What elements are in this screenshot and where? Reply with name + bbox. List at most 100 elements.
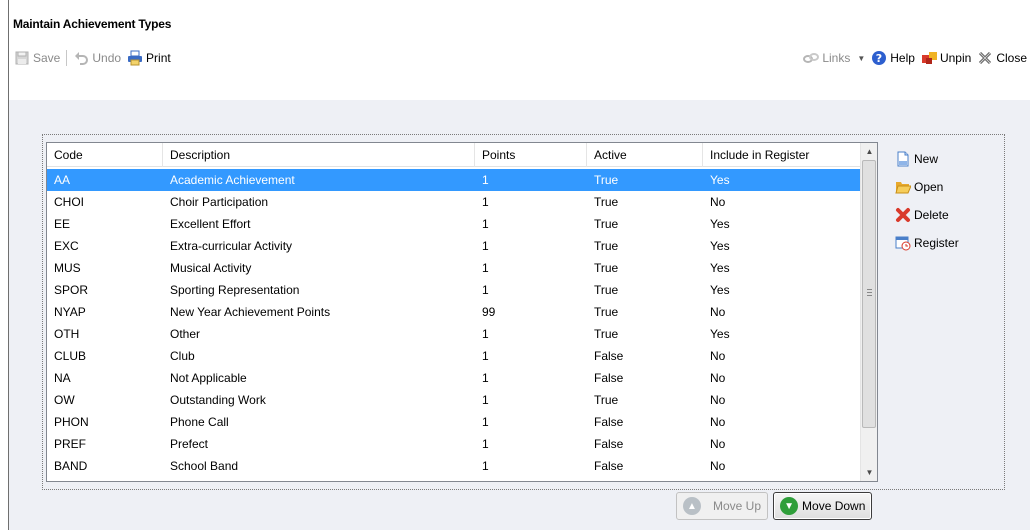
dropdown-arrow-icon: ▼ — [857, 53, 866, 63]
unpin-button[interactable]: Unpin — [918, 48, 974, 68]
table-row[interactable]: BAND School Band 1 False No — [47, 455, 861, 477]
move-down-button[interactable]: ▼ Move Down — [773, 492, 873, 520]
column-header-active[interactable]: Active — [587, 143, 703, 167]
scrollbar-grip-icon — [867, 289, 872, 296]
column-header-points[interactable]: Points — [475, 143, 587, 167]
cell-code: CHOI — [54, 195, 84, 209]
cell-include-in-register: Yes — [710, 327, 730, 341]
cell-include-in-register: No — [710, 195, 726, 209]
cell-points: 1 — [482, 349, 489, 363]
print-label: Print — [146, 51, 171, 65]
cell-description: Phone Call — [170, 415, 229, 429]
cell-include-in-register: Yes — [710, 283, 730, 297]
links-button[interactable]: Links ▼ — [800, 48, 868, 68]
cell-points: 1 — [482, 371, 489, 385]
move-up-label: Move Up — [713, 499, 762, 513]
column-header-description[interactable]: Description — [163, 143, 475, 167]
printer-icon — [127, 50, 143, 66]
cell-points: 1 — [482, 327, 489, 341]
cell-code: PHON — [54, 415, 89, 429]
table-row[interactable]: EE Excellent Effort 1 True Yes — [47, 213, 861, 235]
delete-button[interactable]: Delete — [895, 201, 995, 229]
undo-button[interactable]: Undo — [70, 48, 124, 68]
table-row[interactable]: EXC Extra-curricular Activity 1 True Yes — [47, 235, 861, 257]
side-actions: New Open Delete Register — [895, 145, 995, 257]
cell-include-in-register: No — [710, 371, 726, 385]
cell-active: False — [594, 371, 624, 385]
links-icon — [803, 50, 820, 66]
cell-points: 1 — [482, 393, 489, 407]
cell-active: True — [594, 261, 619, 275]
table-row[interactable]: OW Outstanding Work 1 True No — [47, 389, 861, 411]
scroll-down-arrow-icon[interactable]: ▼ — [861, 464, 878, 481]
help-button[interactable]: ? Help — [868, 48, 918, 68]
cell-include-in-register: Yes — [710, 217, 730, 231]
column-header-code[interactable]: Code — [47, 143, 163, 167]
print-button[interactable]: Print — [124, 48, 174, 68]
achievement-types-table[interactable]: Code Description Points Active Include i… — [46, 142, 878, 482]
table-header: Code Description Points Active Include i… — [47, 143, 861, 167]
close-button[interactable]: Close — [974, 48, 1030, 68]
cell-description: Other — [170, 327, 201, 341]
cell-include-in-register: Yes — [710, 239, 730, 253]
table-row[interactable]: NYAP New Year Achievement Points 99 True… — [47, 301, 861, 323]
register-calendar-icon — [895, 235, 911, 251]
svg-text:?: ? — [876, 52, 882, 65]
achievement-types-panel: Code Description Points Active Include i… — [42, 134, 1005, 490]
cell-include-in-register: Yes — [710, 173, 730, 187]
undo-icon — [73, 50, 89, 66]
column-header-include-in-register[interactable]: Include in Register — [703, 143, 861, 167]
cell-points: 1 — [482, 415, 489, 429]
table-row[interactable]: PHON Phone Call 1 False No — [47, 411, 861, 433]
cell-active: True — [594, 393, 619, 407]
unpin-label: Unpin — [939, 51, 972, 65]
toolbar-divider — [66, 50, 68, 66]
cell-active: True — [594, 239, 619, 253]
save-label: Save — [33, 51, 61, 65]
table-row[interactable]: MUS Musical Activity 1 True Yes — [47, 257, 861, 279]
move-up-button[interactable]: ▲ Move Up — [676, 492, 769, 520]
table-row[interactable]: PREF Prefect 1 False No — [47, 433, 861, 455]
cell-include-in-register: No — [710, 437, 726, 451]
cell-include-in-register: No — [710, 393, 726, 407]
new-document-icon — [895, 151, 911, 167]
table-row[interactable]: CLUB Club 1 False No — [47, 345, 861, 367]
new-button[interactable]: New — [895, 145, 995, 173]
cell-code: MUS — [54, 261, 81, 275]
arrow-down-icon: ▼ — [780, 497, 799, 515]
cell-include-in-register: No — [710, 349, 726, 363]
cell-include-in-register: No — [710, 459, 726, 473]
vertical-scrollbar[interactable]: ▲ ▼ — [860, 143, 877, 481]
cell-points: 1 — [482, 173, 489, 187]
cell-active: False — [594, 349, 624, 363]
cell-active: True — [594, 173, 619, 187]
cell-code: EXC — [54, 239, 79, 253]
cell-points: 1 — [482, 459, 489, 473]
table-row[interactable]: SPOR Sporting Representation 1 True Yes — [47, 279, 861, 301]
cell-description: Sporting Representation — [170, 283, 300, 297]
cell-active: True — [594, 283, 619, 297]
cell-points: 1 — [482, 261, 489, 275]
table-row[interactable]: AA Academic Achievement 1 True Yes — [47, 169, 861, 191]
register-label: Register — [914, 236, 959, 250]
table-row[interactable]: CHOI Choir Participation 1 True No — [47, 191, 861, 213]
page-title: Maintain Achievement Types — [13, 17, 172, 31]
scrollbar-thumb[interactable] — [862, 160, 876, 428]
cell-include-in-register: No — [710, 305, 726, 319]
toolbar-right: Links ▼ ? Help Unpin Close — [800, 47, 1030, 69]
cell-description: Outstanding Work — [170, 393, 266, 407]
cell-code: OTH — [54, 327, 80, 341]
delete-icon — [895, 207, 911, 223]
cell-active: False — [594, 415, 624, 429]
close-icon — [977, 50, 993, 66]
table-row[interactable]: NA Not Applicable 1 False No — [47, 367, 861, 389]
delete-label: Delete — [914, 208, 949, 222]
save-button[interactable]: Save — [11, 48, 63, 68]
cell-active: False — [594, 459, 624, 473]
cell-active: False — [594, 437, 624, 451]
open-button[interactable]: Open — [895, 173, 995, 201]
table-row[interactable]: OTH Other 1 True Yes — [47, 323, 861, 345]
register-button[interactable]: Register — [895, 229, 995, 257]
cell-code: OW — [54, 393, 75, 407]
scroll-up-arrow-icon[interactable]: ▲ — [861, 143, 878, 160]
